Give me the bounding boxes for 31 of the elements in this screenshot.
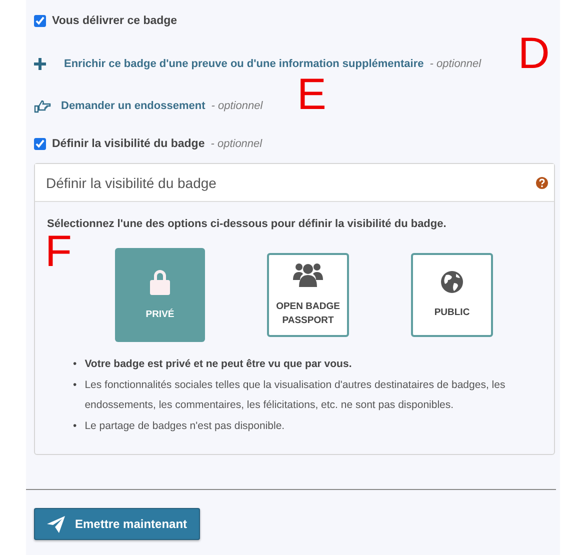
annotation-letter: E bbox=[297, 73, 326, 117]
annotation-letter: F bbox=[45, 230, 72, 274]
optional-label: - optionnel bbox=[210, 138, 262, 150]
group-icon bbox=[293, 262, 323, 288]
globe-icon bbox=[440, 270, 464, 294]
annotation-letter: D bbox=[518, 32, 550, 76]
bullet: • bbox=[73, 418, 77, 434]
add-evidence-link[interactable]: Enrichir ce badge d'une preuve ou d'une information supplémentaire bbox=[64, 58, 424, 70]
info-text: Le partage de badges n'est pas disponible. bbox=[84, 418, 285, 434]
panel-title: Définir la visibilité du badge bbox=[46, 174, 216, 190]
optional-label: - optionnel bbox=[211, 100, 263, 112]
issue-now-button[interactable]: Emettre maintenant bbox=[34, 508, 200, 540]
help-icon[interactable] bbox=[536, 176, 548, 188]
paper-plane-icon bbox=[47, 516, 65, 532]
info-text: Les fonctionnalités sociales telles que la visualisation d'autres destinataires de badges, les endossements, les commentaires, les félicitations, etc. ne sont pas disponibles. bbox=[84, 378, 506, 413]
visibility-option[interactable]: OPEN BADGE PASSPORT bbox=[267, 253, 349, 337]
info-text: Votre badge est privé et ne peut être vu que par vous. bbox=[84, 357, 352, 372]
bullet: • bbox=[73, 378, 77, 392]
checkbox-label: Vous délivrer ce badge bbox=[52, 15, 178, 27]
checkbox-label: Définir la visibilité du badge bbox=[52, 138, 205, 150]
lock-icon bbox=[149, 268, 171, 296]
instruction-text: Sélectionnez l'une des options ci-dessous pour définir la visibilité du badge. bbox=[47, 218, 448, 230]
checkbox[interactable] bbox=[34, 15, 46, 27]
pointing-hand-icon bbox=[34, 100, 51, 112]
request-endorsement-link[interactable]: Demander un endossement bbox=[61, 100, 206, 112]
checkbox[interactable] bbox=[34, 138, 46, 150]
optional-label: - optionnel bbox=[430, 58, 482, 70]
visibility-option[interactable]: PUBLIC bbox=[411, 253, 493, 337]
plus-icon bbox=[34, 58, 46, 70]
visibility-option[interactable]: PRIVÉ bbox=[115, 248, 205, 342]
bullet: • bbox=[73, 357, 77, 372]
